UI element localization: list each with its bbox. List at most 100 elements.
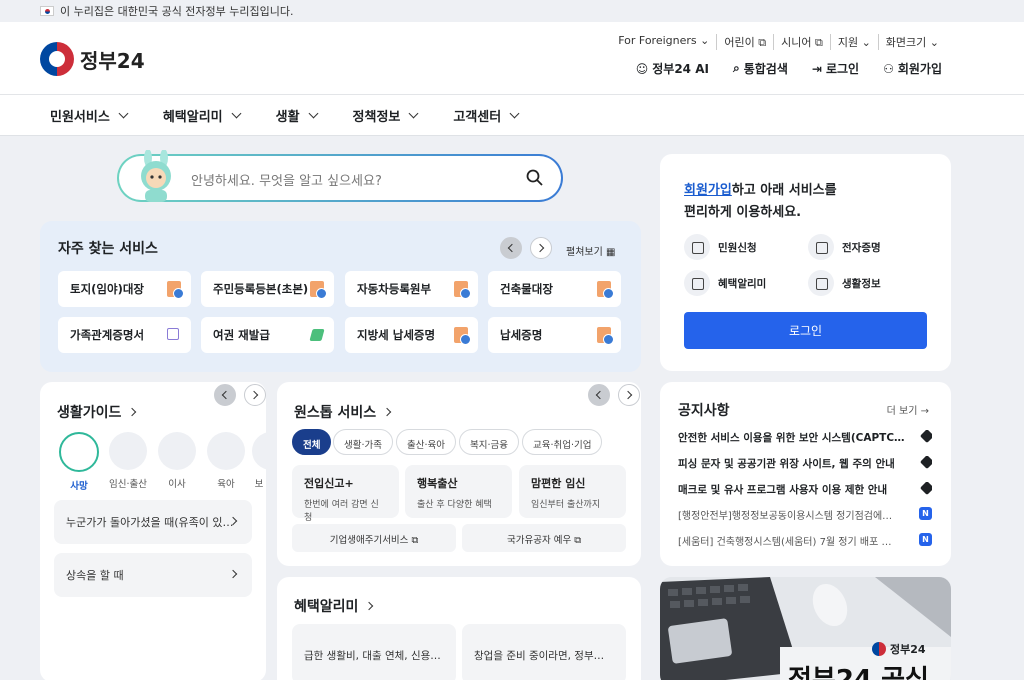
header-actions: ☺ 정부24 AI ⌕ 통합검색 ⇥ 로그인 ⚇ 회원가입: [636, 60, 942, 77]
search-placeholder: 안녕하세요. 무엇을 알고 싶으세요?: [191, 174, 382, 189]
tile-local-tax-cert[interactable]: 지방세 납세증명: [345, 317, 478, 353]
guide-moving[interactable]: 이사: [157, 432, 197, 490]
login-link[interactable]: ⇥ 로그인: [812, 60, 859, 77]
search-icon[interactable]: [526, 169, 543, 186]
guide-item-inheritance[interactable]: 상속을 할 때: [54, 553, 252, 597]
tile-passport[interactable]: 여권 재발급: [201, 317, 334, 353]
logo-text: 정부24: [80, 48, 145, 73]
login-card: 회원가입하고 아래 서비스를 편리하게 이용하세요. 민원신청 전자증명 혜택알…: [660, 154, 951, 371]
notice-title: 공지사항: [678, 403, 730, 419]
chevron-left-icon: [507, 243, 517, 253]
guide-death[interactable]: 사망: [59, 432, 99, 492]
onestop-happy-birth[interactable]: 행복출산 출산 후 다양한 혜택: [405, 465, 512, 518]
signup-link[interactable]: ⚇ 회원가입: [883, 60, 942, 77]
onestop-title[interactable]: 원스톱 서비스: [294, 402, 392, 422]
guide-prev-button[interactable]: [214, 384, 236, 406]
document-icon: [454, 327, 471, 345]
ai-button[interactable]: ☺ 정부24 AI: [636, 60, 709, 77]
chevron-down-icon: [231, 108, 242, 118]
chip-all[interactable]: 전체: [292, 429, 332, 455]
cert-icon: [808, 234, 834, 260]
document-icon: [597, 281, 614, 299]
new-badge: N: [919, 533, 932, 546]
pin-icon: [919, 456, 932, 470]
svc-e-cert[interactable]: 전자증명: [808, 234, 881, 260]
notice-item[interactable]: 안전한 서비스 이용을 위한 보안 시스템(CAPTCH…: [678, 430, 932, 445]
document-icon: [310, 281, 327, 299]
svc-civil-apply[interactable]: 민원신청: [684, 234, 757, 260]
chevron-right-icon: [623, 390, 633, 400]
mascot-icon: [141, 150, 171, 202]
tile-land-ledger[interactable]: 토지(임야)대장: [58, 271, 191, 307]
house-icon: [158, 432, 196, 470]
util-senior[interactable]: 시니어 ⧉: [774, 34, 831, 50]
utility-links: For Foreigners ⌄ 어린이 ⧉ 시니어 ⧉ 지원 ⌄ 화면크기 ⌄: [611, 34, 946, 50]
util-kids[interactable]: 어린이 ⧉: [717, 34, 775, 50]
benefit-item-loan[interactable]: 급한 생활비, 대출 연체, 신용…: [292, 624, 456, 680]
benefit-title[interactable]: 혜택알리미: [294, 596, 374, 616]
tile-tax-cert[interactable]: 납세증명: [488, 317, 621, 353]
util-support[interactable]: 지원 ⌄: [831, 34, 879, 50]
tile-resident-register[interactable]: 주민등록등본(초본): [201, 271, 334, 307]
login-button[interactable]: 로그인: [684, 312, 927, 349]
chip-birth-childcare[interactable]: 출산·육아: [396, 429, 456, 455]
chevron-right-icon: [128, 407, 137, 417]
life-guide-title[interactable]: 생활가이드: [57, 402, 137, 422]
tile-car-register[interactable]: 자동차등록원부: [345, 271, 478, 307]
robot-icon: ☺: [635, 61, 649, 76]
next-button[interactable]: [530, 237, 552, 259]
notice-more-link[interactable]: 더 보기 →: [887, 402, 929, 417]
svc-life-info[interactable]: 생활정보: [808, 270, 881, 296]
tile-building-ledger[interactable]: 건축물대장: [488, 271, 621, 307]
taegeuk-logo-icon: [872, 642, 886, 656]
document-icon: [167, 281, 184, 299]
external-link-icon: ⧉: [574, 535, 582, 546]
link-business-lifecycle[interactable]: 기업생애주기서비스 ⧉: [292, 524, 456, 552]
expand-button[interactable]: 펼쳐보기 ▦: [566, 243, 615, 258]
benefit-item-startup[interactable]: 창업을 준비 중이라면, 정부…: [462, 624, 626, 680]
chip-edu-job-business[interactable]: 교육·취업·기업: [522, 429, 603, 455]
site-logo[interactable]: 정부24: [40, 42, 145, 76]
signup-inline-link[interactable]: 회원가입: [684, 183, 732, 198]
guide-item-bereavement[interactable]: 누군가가 돌아가셨을 때(유족이 있…: [54, 500, 252, 544]
nav-policy[interactable]: 정책정보: [353, 106, 419, 125]
prev-button[interactable]: [500, 237, 522, 259]
onestop-next-button[interactable]: [618, 384, 640, 406]
chevron-down-icon: [118, 108, 129, 118]
nav-benefits[interactable]: 혜택알리미: [163, 106, 242, 125]
chip-welfare-finance[interactable]: 복지·금융: [459, 429, 519, 455]
svc-benefit[interactable]: 혜택알리미: [684, 270, 766, 296]
onestop-pregnancy[interactable]: 맘편한 임신 임신부터 출산까지: [519, 465, 626, 518]
guide-health[interactable]: 보건: [252, 432, 266, 490]
search-input[interactable]: 안녕하세요. 무엇을 알고 싶으세요?: [117, 150, 563, 202]
integrated-search-button[interactable]: ⌕ 통합검색: [733, 60, 788, 77]
util-foreigners[interactable]: For Foreigners ⌄: [611, 34, 718, 50]
guide-pregnancy[interactable]: 임신·출산: [108, 432, 148, 490]
chevron-down-icon: [408, 108, 419, 118]
tile-family-cert[interactable]: 가족관계증명서: [58, 317, 191, 353]
gov-banner: 이 누리집은 대한민국 공식 전자정부 누리집입니다.: [0, 0, 1024, 22]
notice-item[interactable]: [행정안전부]행정정보공동이용시스템 정기점검에… N: [678, 507, 932, 522]
grid-icon: ▦: [606, 247, 616, 258]
guide-childcare[interactable]: 육아: [206, 432, 246, 490]
link-veterans[interactable]: 국가유공자 예우 ⧉: [462, 524, 626, 552]
mail-icon: [684, 234, 710, 260]
nav-life[interactable]: 생활: [276, 106, 318, 125]
guide-next-button[interactable]: [244, 384, 266, 406]
onestop-move-in[interactable]: 전입신고+ 한번에 여러 감면 신청: [292, 465, 399, 523]
login-intro: 회원가입하고 아래 서비스를 편리하게 이용하세요.: [684, 183, 837, 220]
notice-card: 공지사항 더 보기 → 안전한 서비스 이용을 위한 보안 시스템(CAPTCH…: [660, 382, 951, 566]
nav-civil-service[interactable]: 민원서비스: [50, 106, 129, 125]
chip-life-family[interactable]: 생활·가족: [333, 429, 393, 455]
main-nav: 민원서비스 혜택알리미 생활 정책정보 고객센터: [0, 94, 1024, 136]
nav-customer-center[interactable]: 고객센터: [453, 106, 520, 125]
notice-item[interactable]: 매크로 및 유사 프로그램 사용자 이용 제한 안내: [678, 482, 932, 497]
promo-banner[interactable]: 정부24 정부24 공식: [660, 577, 951, 680]
notice-item[interactable]: [세움터] 건축행정시스템(세움터) 7월 정기 배포 … N: [678, 533, 932, 548]
notice-item[interactable]: 피싱 문자 및 공공기관 위장 사이트, 웹 주의 안내: [678, 456, 932, 471]
chevron-right-icon: [382, 407, 392, 417]
favorite-services: 자주 찾는 서비스 펼쳐보기 ▦ 토지(임야)대장 주민등록등본(초본) 자동차…: [40, 221, 641, 372]
chevron-right-icon: [228, 569, 238, 579]
onestop-prev-button[interactable]: [588, 384, 610, 406]
util-font-size[interactable]: 화면크기 ⌄: [879, 34, 946, 50]
